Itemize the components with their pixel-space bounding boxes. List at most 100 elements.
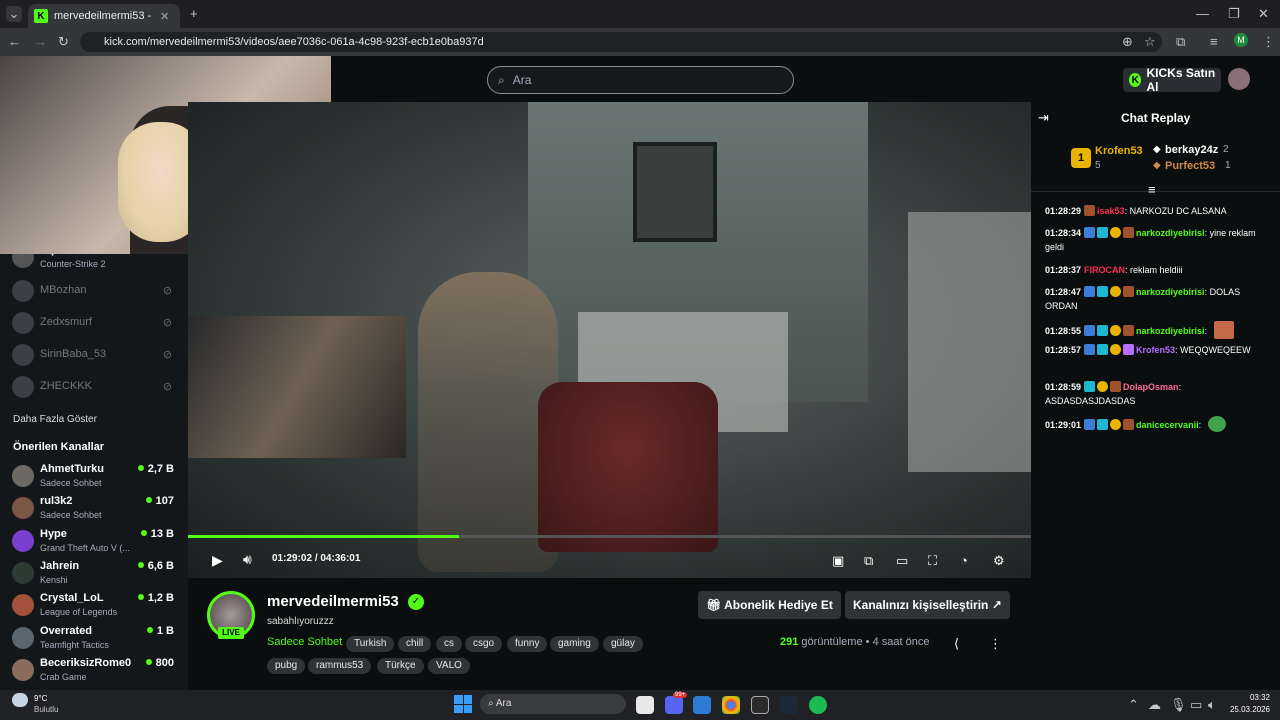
fullscreen-icon[interactable]: ⛶ bbox=[928, 553, 937, 569]
message-user[interactable]: narkozdiyebirisi bbox=[1136, 326, 1205, 336]
taskbar-search-label: Ara bbox=[495, 698, 512, 709]
message-time: 01:28:55 bbox=[1045, 326, 1082, 336]
back-icon[interactable]: ← bbox=[8, 34, 21, 49]
tag[interactable]: csgo bbox=[465, 636, 503, 652]
category-link[interactable]: Sadece Sohbet bbox=[267, 636, 342, 648]
theatre-mode-icon[interactable]: ▭ bbox=[896, 553, 908, 569]
channel-name: Jahrein bbox=[40, 560, 80, 572]
leader-name[interactable]: berkay24z bbox=[1165, 144, 1218, 156]
pip-icon[interactable]: ▣ bbox=[832, 553, 844, 569]
tray-chevron-icon[interactable]: ⌃ bbox=[1128, 697, 1139, 713]
weather-temp[interactable]: 9°C bbox=[34, 694, 47, 703]
bookmark-star-icon[interactable]: ☆ bbox=[1144, 34, 1156, 50]
tag[interactable]: pubg bbox=[267, 658, 306, 674]
badge-icon bbox=[1110, 344, 1122, 355]
message-user[interactable]: narkozdiyebirisi bbox=[1136, 287, 1205, 297]
viewer-count: 800 bbox=[146, 657, 174, 669]
badge-icon bbox=[1123, 286, 1135, 297]
viewer-count: 6,6 B bbox=[138, 560, 174, 572]
clock-time[interactable]: 03:32 bbox=[1230, 693, 1270, 702]
onedrive-icon[interactable]: ☁ bbox=[1148, 697, 1161, 713]
message-user[interactable]: FIROCAN bbox=[1084, 265, 1125, 275]
play-icon[interactable]: ▶ bbox=[212, 552, 223, 569]
sidebar-channel[interactable]: Crystal_LoL League of Legends 1,2 B bbox=[12, 590, 178, 622]
duration: 04:36:01 bbox=[320, 553, 361, 564]
settings-gear-icon[interactable]: ⚙ bbox=[993, 553, 1005, 569]
restore-icon[interactable]: ❐ bbox=[1228, 6, 1240, 22]
gift-subscription-button[interactable]: 🎁︎ Abonelik Hediye Et bbox=[698, 591, 841, 619]
sidebar-channel[interactable]: Overrated Teamfight Tactics 1 B bbox=[12, 623, 178, 655]
close-icon[interactable]: ✕ bbox=[160, 10, 169, 23]
tab-search-icon[interactable]: ⌄ bbox=[6, 6, 22, 22]
sidebar-channel-offline[interactable]: MBozhan ⊘ bbox=[12, 276, 178, 308]
tag[interactable]: chill bbox=[398, 636, 432, 652]
tag[interactable]: Turkish bbox=[346, 636, 395, 652]
buy-kicks-button[interactable]: K KICKs Satın Al bbox=[1123, 66, 1221, 94]
badge-icon bbox=[1097, 227, 1109, 238]
window-close-icon[interactable]: ✕ bbox=[1258, 6, 1269, 22]
sidebar-channel[interactable]: BeceriksizRome0 Crab Game 800 bbox=[12, 655, 178, 687]
channel-name[interactable]: mervedeilmermi53 bbox=[267, 593, 399, 610]
tag[interactable]: cs bbox=[436, 636, 462, 652]
tag[interactable]: Türkçe bbox=[377, 658, 424, 674]
playback-speed-icon[interactable]: ◔ bbox=[960, 553, 968, 568]
user-avatar[interactable] bbox=[1228, 68, 1250, 90]
more-options-icon[interactable]: ⋮ bbox=[989, 636, 1002, 652]
new-tab-icon[interactable]: + bbox=[190, 6, 198, 21]
microphone-icon[interactable]: 🎙︎ bbox=[1170, 697, 1187, 713]
tag[interactable]: gaming bbox=[550, 636, 599, 652]
sidebar-channel-offline[interactable]: SirinBaba_53 ⊘ bbox=[12, 340, 178, 372]
message-user[interactable]: Krofen53 bbox=[1136, 345, 1175, 355]
leader-name[interactable]: Krofen53 bbox=[1095, 145, 1143, 157]
message-user[interactable]: isak53 bbox=[1097, 206, 1125, 216]
display-icon[interactable]: ▭ bbox=[1190, 697, 1202, 713]
clip-icon[interactable]: ⧉ bbox=[864, 553, 873, 569]
expand-leaderboard-icon[interactable]: ≡ bbox=[1148, 182, 1156, 197]
message-user[interactable]: danicecervanii bbox=[1136, 420, 1199, 430]
video-player[interactable] bbox=[188, 102, 1031, 578]
share-icon[interactable]: ⟨ bbox=[954, 636, 959, 652]
chrome-icon[interactable] bbox=[722, 696, 740, 714]
browser-tab[interactable]: K mervedeilmermi53 - Watch ✕ bbox=[28, 4, 180, 28]
discord-icon[interactable] bbox=[665, 696, 683, 714]
app-icon[interactable] bbox=[693, 696, 711, 714]
task-view-icon[interactable] bbox=[636, 696, 654, 714]
sidebar-channel-offline[interactable]: Zedxsmurf ⊘ bbox=[12, 308, 178, 340]
reading-list-icon[interactable]: ≡ bbox=[1210, 34, 1218, 49]
tag[interactable]: rammus53 bbox=[308, 658, 372, 674]
sidebar-channel-offline[interactable]: ZHECKKK ⊘ bbox=[12, 372, 178, 404]
tag[interactable]: funny bbox=[507, 636, 548, 652]
clock-date: 25.03.2026 bbox=[1229, 705, 1270, 714]
leader-name[interactable]: Purfect53 bbox=[1165, 160, 1215, 172]
customize-channel-button[interactable]: Kanalınızı kişiselleştirin ↗ bbox=[845, 591, 1010, 619]
reload-icon[interactable]: ↻ bbox=[58, 34, 69, 50]
sidebar-channel[interactable]: rul3k2 Sadece Sohbet 107 bbox=[12, 493, 178, 525]
forward-icon[interactable]: → bbox=[34, 34, 47, 49]
sidebar-channel[interactable]: Hype Grand Theft Auto V (... 13 B bbox=[12, 526, 178, 558]
app-icon[interactable] bbox=[751, 696, 769, 714]
volume-icon[interactable]: 🔊︎ bbox=[243, 551, 252, 568]
time-ago: 4 saat önce bbox=[872, 636, 930, 648]
tag[interactable]: gülay bbox=[603, 636, 643, 652]
menu-kebab-icon[interactable]: ⋮ bbox=[1262, 34, 1275, 50]
avatar bbox=[12, 562, 34, 584]
profile-avatar-icon[interactable]: M bbox=[1234, 33, 1248, 47]
message-time: 01:28:34 bbox=[1045, 228, 1082, 238]
spotify-icon[interactable] bbox=[809, 696, 827, 714]
tag[interactable]: VALO bbox=[428, 658, 470, 674]
message-user[interactable]: DolapOsman bbox=[1123, 382, 1179, 392]
sidebar-channel[interactable]: Jahrein Kenshi 6,6 B bbox=[12, 558, 178, 590]
url-field[interactable]: kick.com/mervedeilmermi53/videos/aee7036… bbox=[80, 32, 1162, 52]
speaker-icon[interactable]: 🔈︎ bbox=[1208, 697, 1216, 713]
steam-icon[interactable] bbox=[780, 696, 798, 714]
windows-start-icon[interactable] bbox=[454, 695, 472, 713]
zoom-icon[interactable]: ⊕ bbox=[1122, 34, 1133, 50]
sidebar-channel[interactable]: AhmetTurku Sadece Sohbet 2,7 B bbox=[12, 461, 178, 493]
show-more-link[interactable]: Daha Fazla Göster bbox=[13, 414, 97, 425]
minimize-icon[interactable]: — bbox=[1196, 6, 1209, 21]
message-user[interactable]: narkozdiyebirisi bbox=[1136, 228, 1205, 238]
taskbar-search[interactable]: ⌕ Ara bbox=[480, 694, 626, 714]
collapse-chat-icon[interactable]: ⇥ bbox=[1038, 110, 1049, 126]
extensions-icon[interactable]: ⧉ bbox=[1176, 34, 1185, 50]
search-input[interactable]: ⌕ Ara bbox=[487, 66, 794, 94]
